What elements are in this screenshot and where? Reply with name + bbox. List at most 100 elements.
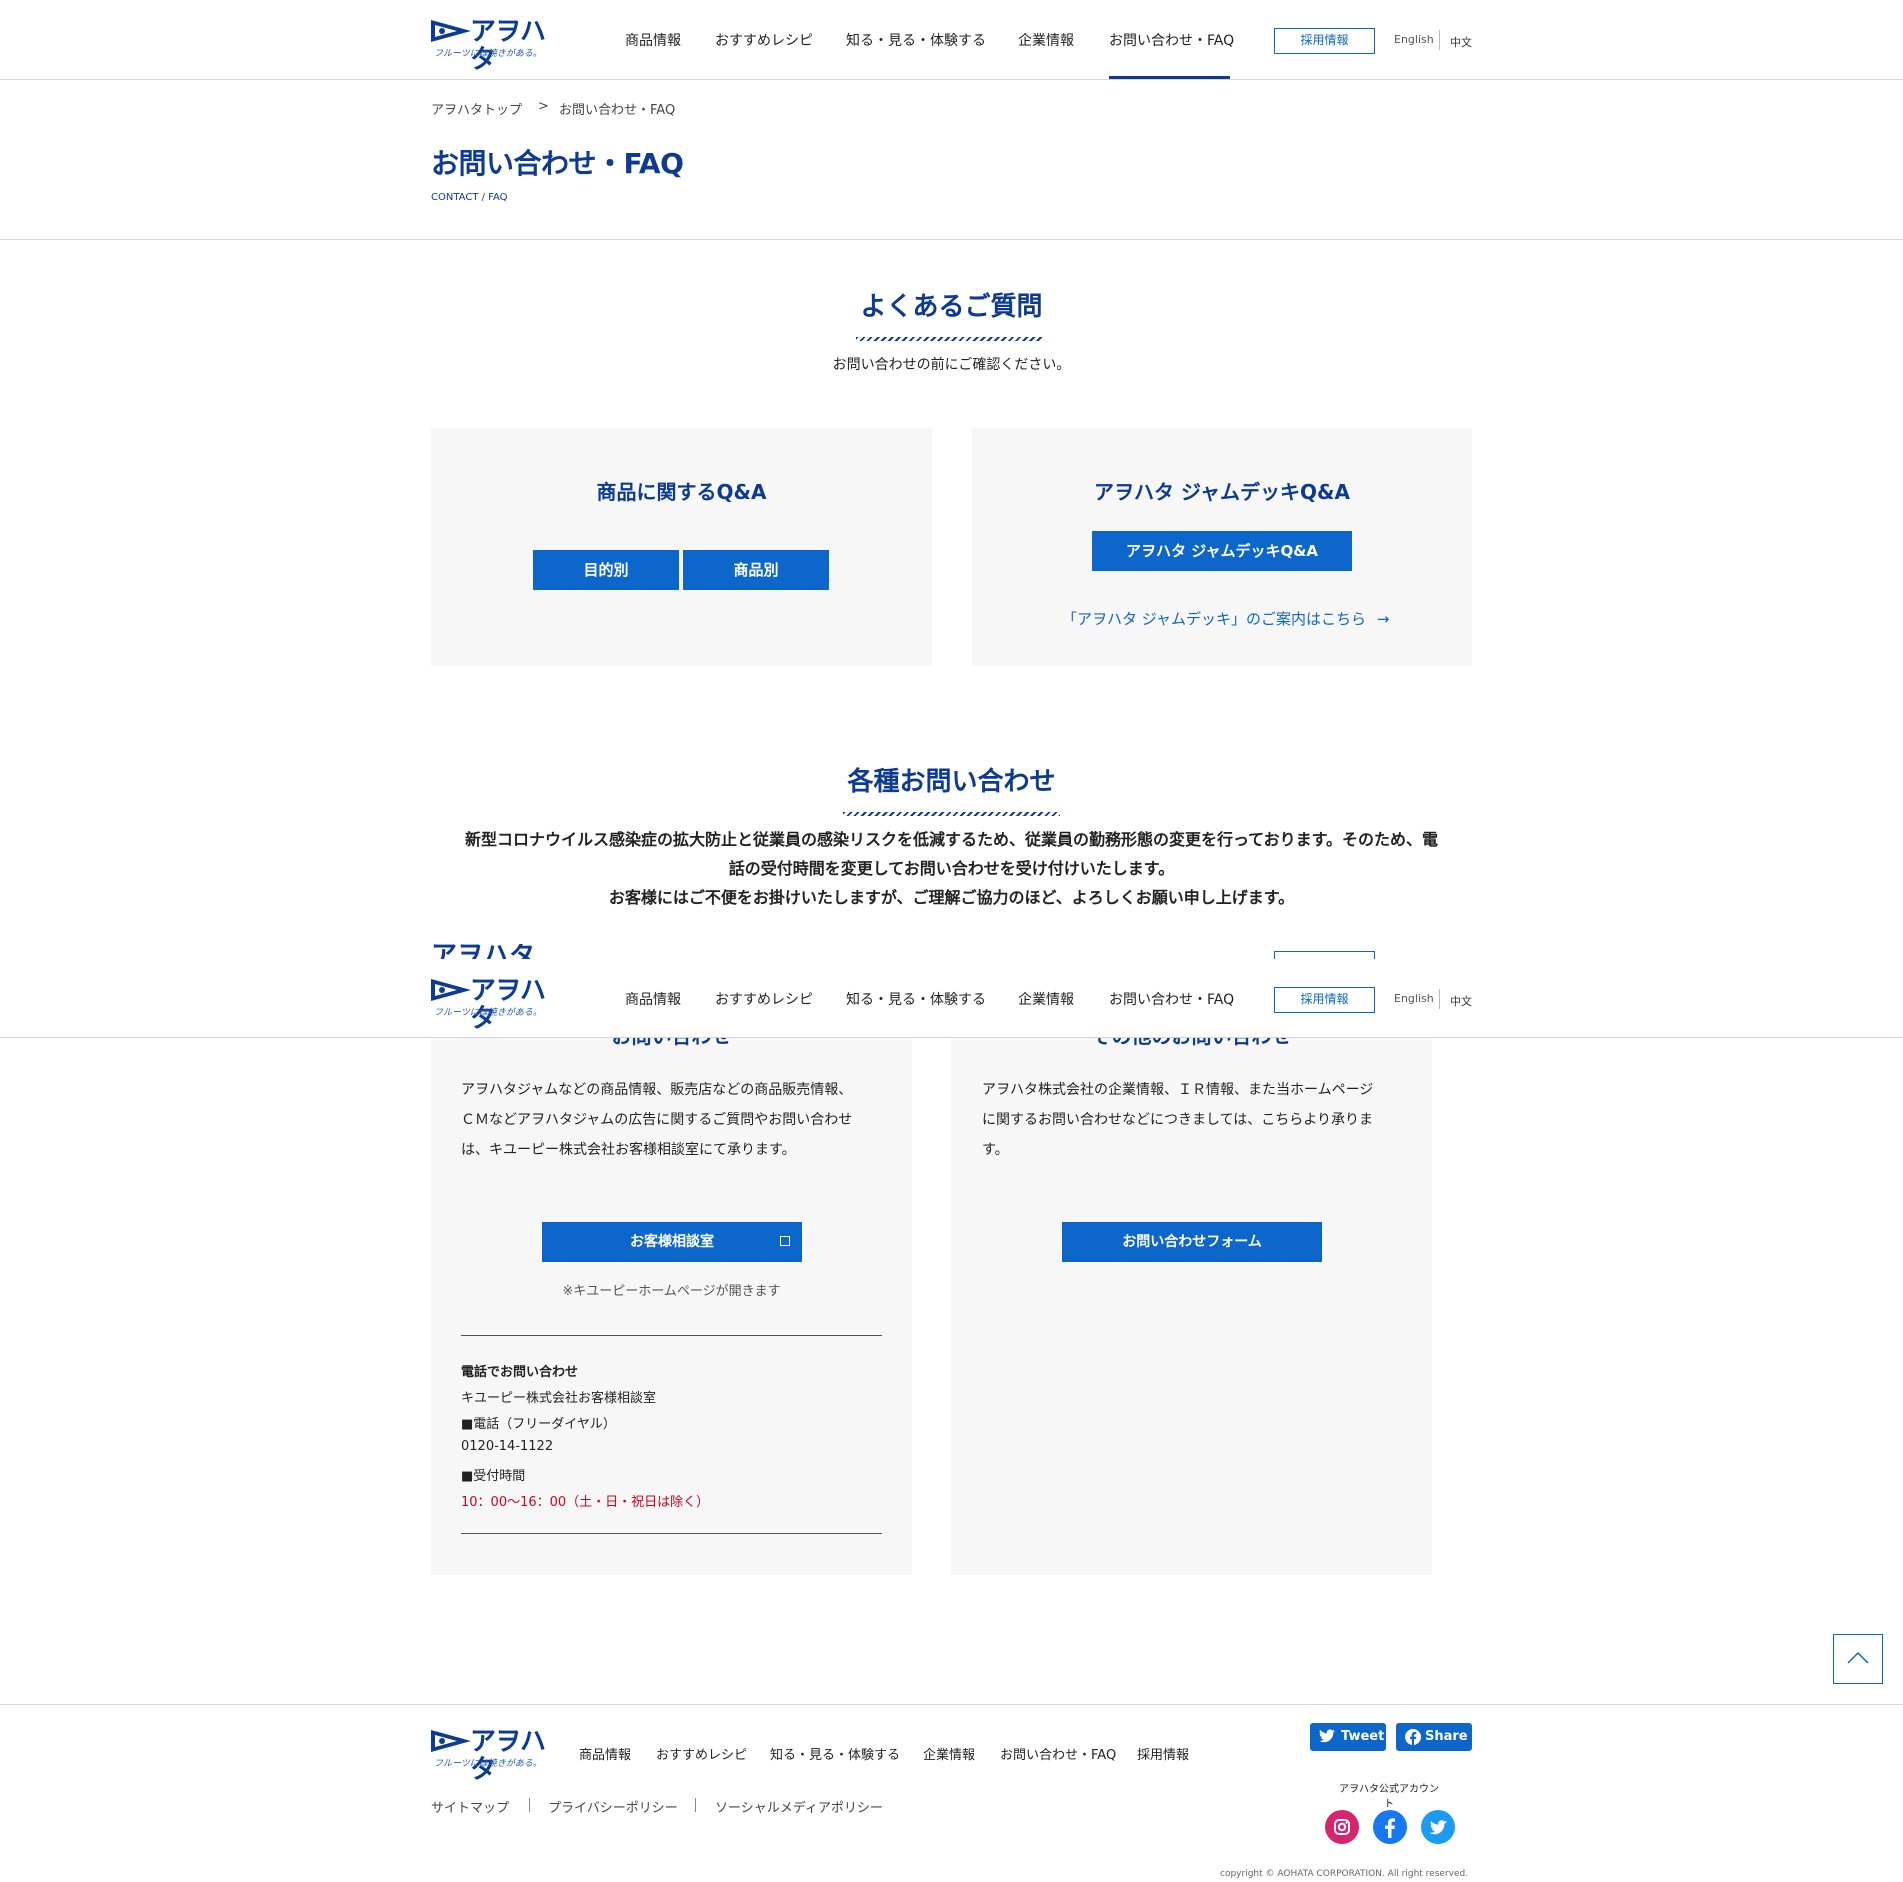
logo-tagline: フルーツには焼きがある。 xyxy=(434,1008,542,1018)
covid-notice: 新型コロナウイルス感染症の拡大防止と従業員の感染リスクを低減するため、従業員の勤… xyxy=(431,825,1472,912)
product-qa-card: 商品に関するQ&A 目的別 商品別 xyxy=(431,428,932,666)
chevron-up-icon xyxy=(1847,1651,1869,1664)
jamdeck-qa-card: アヲハタ ジャムデッキQ&A アヲハタ ジャムデッキQ&A 「アヲハタ ジャムデ… xyxy=(972,428,1472,666)
footer-nav-learn[interactable]: 知る・見る・体験する xyxy=(770,1744,900,1763)
nav-contact[interactable]: お問い合わせ・FAQ xyxy=(1109,989,1234,1009)
qa-by-purpose-button[interactable]: 目的別 xyxy=(533,550,679,590)
footer-nav-contact[interactable]: お問い合わせ・FAQ xyxy=(1000,1744,1116,1763)
twitter-bird-icon xyxy=(1319,1729,1335,1743)
nav-products[interactable]: 商品情報 xyxy=(625,30,681,50)
footer-sitemap-link[interactable]: サイトマップ xyxy=(431,1797,509,1816)
footer-nav-recipes[interactable]: おすすめレシピ xyxy=(656,1744,747,1763)
customer-center-button[interactable]: お客様相談室 xyxy=(542,1222,802,1262)
tweet-button[interactable]: Tweet xyxy=(1310,1723,1386,1751)
aohata-logo[interactable]: アヲハタ フルーツには焼きがある。 xyxy=(431,977,546,1033)
nav-company[interactable]: 企業情報 xyxy=(1018,989,1074,1009)
footer-social-policy-link[interactable]: ソーシャルメディアポリシー xyxy=(715,1797,883,1816)
nav-learn[interactable]: 知る・見る・体験する xyxy=(846,989,986,1009)
page-title: お問い合わせ・FAQ xyxy=(431,147,684,180)
footer-nav-recruit[interactable]: 採用情報 xyxy=(1137,1744,1189,1763)
logo-wordmark: アヲハタ xyxy=(470,1727,546,1785)
footer-link-separator xyxy=(695,1798,696,1812)
customer-center-desc-line: ＣＭなどアヲハタジャムの広告に関するご質問やお問い合わせ xyxy=(461,1112,853,1128)
footer-privacy-link[interactable]: プライバシーポリシー xyxy=(548,1797,678,1816)
instagram-glyph xyxy=(1334,1819,1350,1835)
tweet-button-label: Tweet xyxy=(1341,1729,1385,1744)
qa-by-product-button[interactable]: 商品別 xyxy=(683,550,829,590)
facebook-account-icon[interactable] xyxy=(1373,1810,1407,1844)
header-ghost-button xyxy=(1274,951,1375,959)
tel-organization: キユーピー株式会社お客様相談室 xyxy=(461,1391,657,1406)
tel-bottom-rule xyxy=(461,1533,882,1534)
faq-lead: お問い合わせの前にご確認ください。 xyxy=(832,357,1071,373)
page-top-button[interactable] xyxy=(1833,1634,1883,1684)
title-divider xyxy=(0,239,1903,240)
lang-divider xyxy=(1439,30,1440,50)
tel-number[interactable]: 0120-14-1122 xyxy=(461,1439,553,1454)
product-qa-title: 商品に関するQ&A xyxy=(596,480,767,504)
facebook-share-button[interactable]: Share xyxy=(1396,1723,1472,1751)
nav-learn[interactable]: 知る・見る・体験する xyxy=(846,30,986,50)
lang-chinese-link[interactable]: 中文 xyxy=(1450,34,1472,50)
copyright: copyright © AOHATA CORPORATION. All righ… xyxy=(1220,1869,1469,1879)
recruit-button[interactable]: 採用情報 xyxy=(1274,987,1375,1013)
nav-company[interactable]: 企業情報 xyxy=(1018,30,1074,50)
nav-contact[interactable]: お問い合わせ・FAQ xyxy=(1109,30,1234,50)
nav-products[interactable]: 商品情報 xyxy=(625,989,681,1009)
breadcrumb-separator: > xyxy=(538,99,549,114)
facebook-glyph xyxy=(1385,1818,1395,1838)
other-inquiry-description: アヲハタ株式会社の企業情報、ＩＲ情報、また当ホームページ に関するお問い合わせな… xyxy=(982,1075,1373,1165)
lang-english-link[interactable]: English xyxy=(1394,33,1434,46)
hours-label: ■受付時間 xyxy=(461,1469,526,1484)
faq-heading: よくあるご質問 xyxy=(860,292,1043,322)
nav-recipes[interactable]: おすすめレシピ xyxy=(715,989,813,1009)
jamdeck-qa-title: アヲハタ ジャムデッキQ&A xyxy=(1094,480,1350,504)
breadcrumb-current: お問い合わせ・FAQ xyxy=(559,103,676,118)
hours-value: 10：00〜16：00（土・日・祝日は除く） xyxy=(461,1495,710,1510)
covid-notice-line-1: 新型コロナウイルス感染症の拡大防止と従業員の感染リスクを低減するため、従業員の勤… xyxy=(464,830,1439,849)
other-inquiry-desc-line: す。 xyxy=(982,1142,1009,1158)
nav-active-indicator xyxy=(1109,76,1230,79)
breadcrumb-home[interactable]: アヲハタトップ xyxy=(431,99,522,118)
official-accounts-label: アヲハタ公式アカウント xyxy=(1339,1784,1439,1810)
facebook-icon xyxy=(1405,1729,1421,1745)
customer-center-description: アヲハタジャムなどの商品情報、販売店などの商品販売情報、 ＣＭなどアヲハタジャム… xyxy=(461,1075,852,1165)
aohata-logo[interactable]: アヲハタ フルーツには焼きがある。 xyxy=(431,18,546,74)
customer-center-button-label: お客様相談室 xyxy=(630,1234,714,1250)
sticky-header: アヲハタ フルーツには焼きがある。 商品情報 おすすめレシピ 知る・見る・体験す… xyxy=(0,959,1903,1038)
other-inquiry-desc-line: アヲハタ株式会社の企業情報、ＩＲ情報、また当ホームページ xyxy=(982,1082,1374,1098)
flag-logo-icon xyxy=(431,1730,471,1752)
lang-divider xyxy=(1439,989,1440,1009)
instagram-icon[interactable] xyxy=(1325,1810,1359,1844)
contact-heading: 各種お問い合わせ xyxy=(847,767,1056,797)
header-ghost: アヲハタ xyxy=(0,944,1903,959)
footer-nav-products[interactable]: 商品情報 xyxy=(579,1744,631,1763)
footer-nav-company[interactable]: 企業情報 xyxy=(923,1744,975,1763)
contact-form-button[interactable]: お問い合わせフォーム xyxy=(1062,1222,1322,1262)
header-ghost-logo: アヲハタ xyxy=(431,944,536,959)
jamdeck-qa-button[interactable]: アヲハタ ジャムデッキQ&A xyxy=(1092,531,1352,571)
lang-chinese-link[interactable]: 中文 xyxy=(1450,993,1472,1009)
other-inquiry-desc-line: に関するお問い合わせなどにつきましては、こちらより承りま xyxy=(982,1112,1374,1128)
twitter-glyph xyxy=(1429,1820,1447,1835)
share-button-label: Share xyxy=(1425,1729,1468,1744)
footer-logo[interactable]: アヲハタ フルーツには焼きがある。 xyxy=(431,1728,546,1784)
tel-label: ■電話（フリーダイヤル） xyxy=(461,1417,616,1432)
logo-wordmark: アヲハタ xyxy=(470,17,546,75)
tel-top-rule xyxy=(461,1335,882,1336)
flag-logo-icon xyxy=(431,979,471,1001)
jamdeck-guide-link[interactable]: 「アヲハタ ジャムデッキ」のご案内はこちら → xyxy=(1062,608,1389,629)
logo-wordmark: アヲハタ xyxy=(470,976,546,1034)
external-site-note: ※キユーピーホームページが開きます xyxy=(562,1284,781,1299)
recruit-button[interactable]: 採用情報 xyxy=(1274,28,1375,54)
nav-recipes[interactable]: おすすめレシピ xyxy=(715,30,813,50)
logo-tagline: フルーツには焼きがある。 xyxy=(434,1759,542,1769)
twitter-account-icon[interactable] xyxy=(1421,1810,1455,1844)
lang-english-link[interactable]: English xyxy=(1394,992,1434,1005)
footer-divider xyxy=(0,1704,1903,1705)
page-subtitle: CONTACT / FAQ xyxy=(431,192,508,203)
customer-center-desc-line: は、キユーピー株式会社お客様相談室にて承ります。 xyxy=(461,1142,796,1158)
contact-heading-underline xyxy=(843,812,1060,816)
logo-tagline: フルーツには焼きがある。 xyxy=(434,49,542,59)
faq-heading-underline xyxy=(856,337,1043,341)
